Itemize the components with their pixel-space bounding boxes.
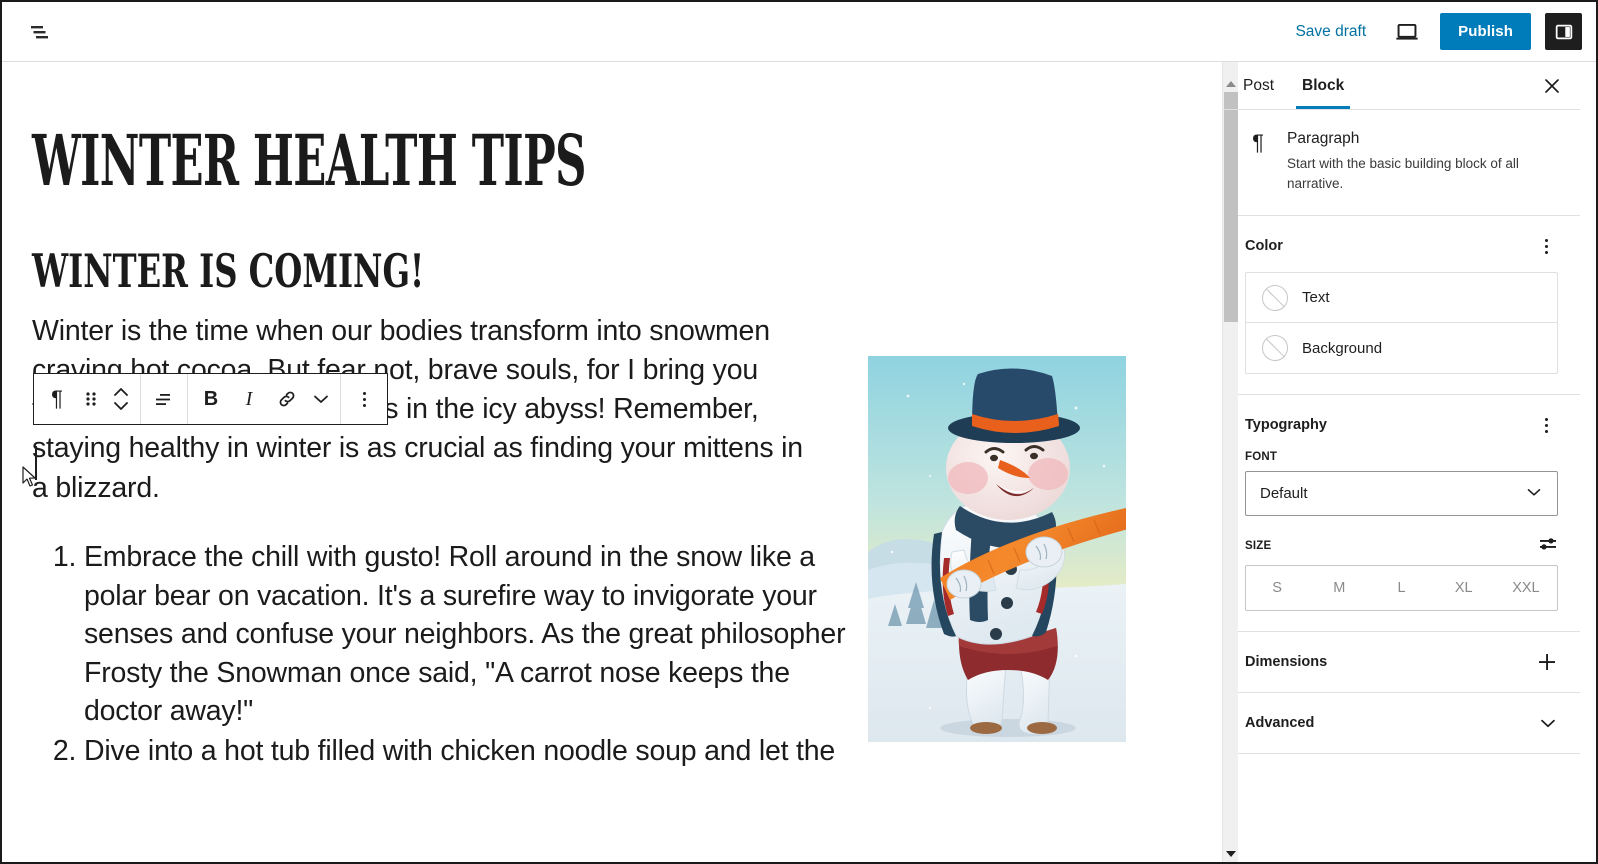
font-size-xl[interactable]: XL	[1433, 566, 1495, 610]
color-swatch-none-icon	[1262, 335, 1288, 362]
size-group: SIZE S M L XL XXL	[1245, 534, 1558, 612]
list-item[interactable]: Embrace the chill with gusto! Roll aroun…	[84, 538, 872, 730]
font-size-l[interactable]: L	[1370, 566, 1432, 610]
block-toolbar-group-format: B I	[188, 374, 341, 424]
editor-canvas[interactable]: WINTER HEALTH TIPS WINTER IS COMING! Win…	[2, 62, 1222, 862]
paragraph-glyph: ¶	[51, 386, 63, 411]
page-title[interactable]: WINTER HEALTH TIPS	[32, 124, 751, 198]
block-card: ¶ Paragraph Start with the basic buildin…	[1223, 110, 1580, 217]
settings-sidebar: Post Block ¶ Paragraph Start with the ba…	[1222, 62, 1580, 862]
editor-top-bar: Save draft Publish	[2, 2, 1596, 62]
typography-section: Typography FONT Default SIZE S M L XL XX…	[1223, 395, 1580, 633]
panel-advanced[interactable]: Advanced	[1223, 693, 1580, 755]
font-select-value: Default	[1260, 485, 1308, 503]
italic-label: I	[245, 387, 253, 410]
color-more-options-icon[interactable]	[1534, 234, 1558, 258]
paragraph-icon[interactable]: ¶	[38, 374, 76, 424]
top-bar-left-group	[2, 12, 60, 52]
tab-post[interactable]: Post	[1229, 62, 1288, 109]
plus-icon[interactable]	[1536, 651, 1558, 673]
snowman-illustration[interactable]	[868, 356, 1126, 742]
kebab-dots	[1544, 417, 1548, 433]
close-icon[interactable]	[1536, 70, 1568, 102]
align-text-icon[interactable]	[145, 374, 183, 424]
color-row-text[interactable]: Text	[1246, 273, 1557, 324]
block-toolbar-group-align	[141, 374, 188, 424]
chevron-down-icon[interactable]	[1538, 713, 1558, 733]
size-label-text: SIZE	[1245, 539, 1272, 552]
italic-button[interactable]: I	[230, 374, 268, 424]
drag-handle-icon[interactable]	[76, 374, 106, 424]
block-toolbar-group-block: ¶	[34, 374, 141, 424]
size-label: SIZE	[1245, 534, 1558, 557]
block-card-name: Paragraph	[1287, 130, 1360, 147]
editor-window: Save draft Publish WINTER HEALTH TIPS WI…	[0, 0, 1598, 864]
preview-desktop-icon[interactable]	[1388, 13, 1426, 51]
block-toolbar: ¶ B I	[33, 373, 388, 425]
font-size-xxl[interactable]: XXL	[1495, 566, 1557, 610]
chevron-down-icon[interactable]	[306, 374, 336, 424]
block-card-description: Start with the basic building block of a…	[1287, 156, 1519, 191]
color-row-label: Text	[1302, 289, 1330, 307]
font-label-text: FONT	[1245, 451, 1278, 464]
list-item[interactable]: Dive into a hot tub filled with chicken …	[84, 732, 872, 770]
text-caret	[35, 446, 37, 480]
color-row-background[interactable]: Background	[1246, 323, 1557, 373]
typography-section-header: Typography	[1245, 413, 1558, 437]
more-options-icon[interactable]	[345, 374, 383, 424]
tab-block[interactable]: Block	[1288, 62, 1358, 109]
font-select[interactable]: Default	[1245, 471, 1558, 517]
panel-dimensions[interactable]: Dimensions	[1223, 632, 1580, 694]
bold-button[interactable]: B	[192, 374, 230, 424]
block-toolbar-group-options	[341, 374, 387, 424]
panel-advanced-label: Advanced	[1245, 715, 1315, 732]
chevron-down-icon	[1525, 483, 1543, 505]
scroll-down-arrow-icon[interactable]	[1223, 846, 1239, 862]
settings-sliders-icon[interactable]	[1538, 534, 1558, 557]
top-bar-right-group: Save draft Publish	[1287, 13, 1596, 51]
save-draft-button[interactable]: Save draft	[1287, 17, 1374, 47]
sidebar-tabs: Post Block	[1223, 62, 1580, 110]
editor-main: WINTER HEALTH TIPS WINTER IS COMING! Win…	[2, 62, 1596, 862]
panel-dimensions-label: Dimensions	[1245, 654, 1328, 671]
font-size-s[interactable]: S	[1246, 566, 1308, 610]
canvas-scrollbar[interactable]	[1222, 62, 1238, 862]
kebab-dots	[1544, 238, 1548, 254]
ordered-list-block[interactable]: Embrace the chill with gusto! Roll aroun…	[32, 538, 872, 771]
publish-button[interactable]: Publish	[1440, 13, 1531, 50]
bold-label: B	[203, 387, 219, 410]
block-card-text: Paragraph Start with the basic building …	[1287, 130, 1558, 193]
font-label: FONT	[1245, 451, 1558, 463]
link-icon[interactable]	[268, 374, 306, 424]
font-size-buttons: S M L XL XXL	[1245, 565, 1558, 612]
color-options-list: Text Background	[1245, 272, 1558, 375]
typography-section-title: Typography	[1245, 417, 1327, 434]
kebab-dots	[362, 391, 366, 407]
typography-more-options-icon[interactable]	[1534, 413, 1558, 437]
color-swatch-none-icon	[1262, 284, 1288, 311]
settings-sidebar-icon[interactable]	[1545, 13, 1582, 50]
color-section: Color Text Background	[1223, 216, 1580, 396]
color-row-label: Background	[1302, 339, 1383, 357]
document-tools-icon[interactable]	[20, 12, 60, 52]
color-section-header: Color	[1245, 234, 1558, 258]
color-section-title: Color	[1245, 238, 1283, 255]
move-up-down-icon[interactable]	[106, 374, 136, 424]
post-subheading[interactable]: WINTER IS COMING!	[32, 244, 844, 298]
paragraph-icon: ¶	[1252, 130, 1264, 155]
font-size-m[interactable]: M	[1308, 566, 1370, 610]
scroll-thumb[interactable]	[1224, 92, 1238, 322]
